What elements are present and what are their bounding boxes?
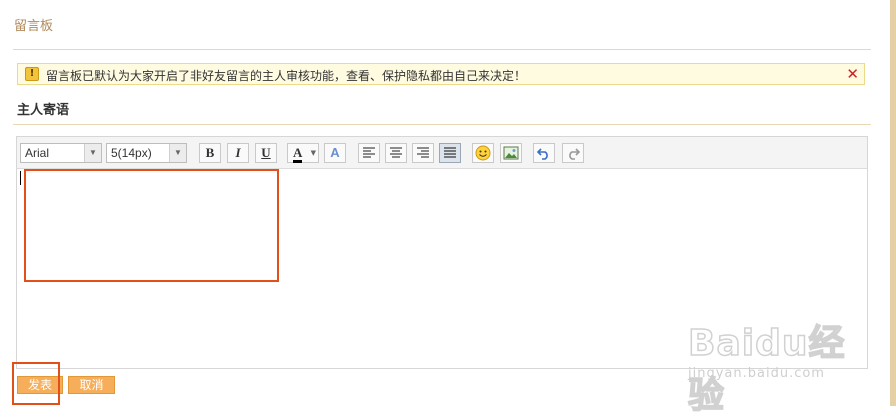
editor-content-area[interactable]: [17, 169, 867, 368]
align-justify-button[interactable]: [439, 143, 461, 163]
chevron-down-icon: ▼: [84, 144, 101, 162]
cancel-button[interactable]: 取消: [68, 376, 115, 394]
editor-toolbar: Arial ▼ 5(14px) ▼ B I U A ▼ A: [17, 137, 867, 169]
page-title: 留言板: [14, 19, 54, 34]
close-icon[interactable]: ✕: [846, 65, 859, 83]
align-right-button[interactable]: [412, 143, 434, 163]
font-color-label: A: [293, 145, 303, 163]
notice-text: 留言板已默认为大家开启了非好友留言的主人审核功能，查看、保护隐私都由自己来决定！: [46, 69, 527, 83]
exclamation-icon: !: [25, 67, 39, 81]
font-color-button[interactable]: A ▼: [287, 143, 319, 163]
underline-button[interactable]: U: [255, 143, 277, 163]
align-center-icon: [390, 147, 402, 158]
italic-button[interactable]: I: [227, 143, 249, 163]
emoji-button[interactable]: [472, 143, 494, 163]
section-divider: [13, 124, 871, 125]
submit-button[interactable]: 发表: [17, 376, 63, 394]
undo-button[interactable]: [533, 143, 555, 163]
bold-button[interactable]: B: [199, 143, 221, 163]
font-family-value: Arial: [25, 146, 50, 160]
image-icon: [503, 146, 519, 160]
align-left-button[interactable]: [358, 143, 380, 163]
redo-button[interactable]: [562, 143, 584, 163]
font-family-select[interactable]: Arial ▼: [20, 143, 102, 163]
redo-icon: [569, 148, 580, 160]
undo-icon: [537, 148, 548, 160]
align-justify-icon: [444, 147, 456, 158]
section-title: 主人寄语: [17, 103, 70, 118]
smiley-icon: [475, 145, 491, 161]
title-divider: [13, 49, 871, 50]
notice-bar: ! 留言板已默认为大家开启了非好友留言的主人审核功能，查看、保护隐私都由自己来决…: [17, 63, 865, 85]
align-left-icon: [363, 147, 375, 158]
chevron-down-icon: ▼: [310, 149, 316, 157]
chevron-down-icon: ▼: [169, 144, 186, 162]
highlight-color-button[interactable]: A: [324, 143, 346, 163]
rich-text-editor: Arial ▼ 5(14px) ▼ B I U A ▼ A: [16, 136, 868, 369]
font-size-value: 5(14px): [111, 146, 152, 160]
font-size-select[interactable]: 5(14px) ▼: [106, 143, 187, 163]
insert-image-button[interactable]: [500, 143, 522, 163]
align-right-icon: [417, 147, 429, 158]
align-center-button[interactable]: [385, 143, 407, 163]
page-right-border: [890, 0, 896, 406]
